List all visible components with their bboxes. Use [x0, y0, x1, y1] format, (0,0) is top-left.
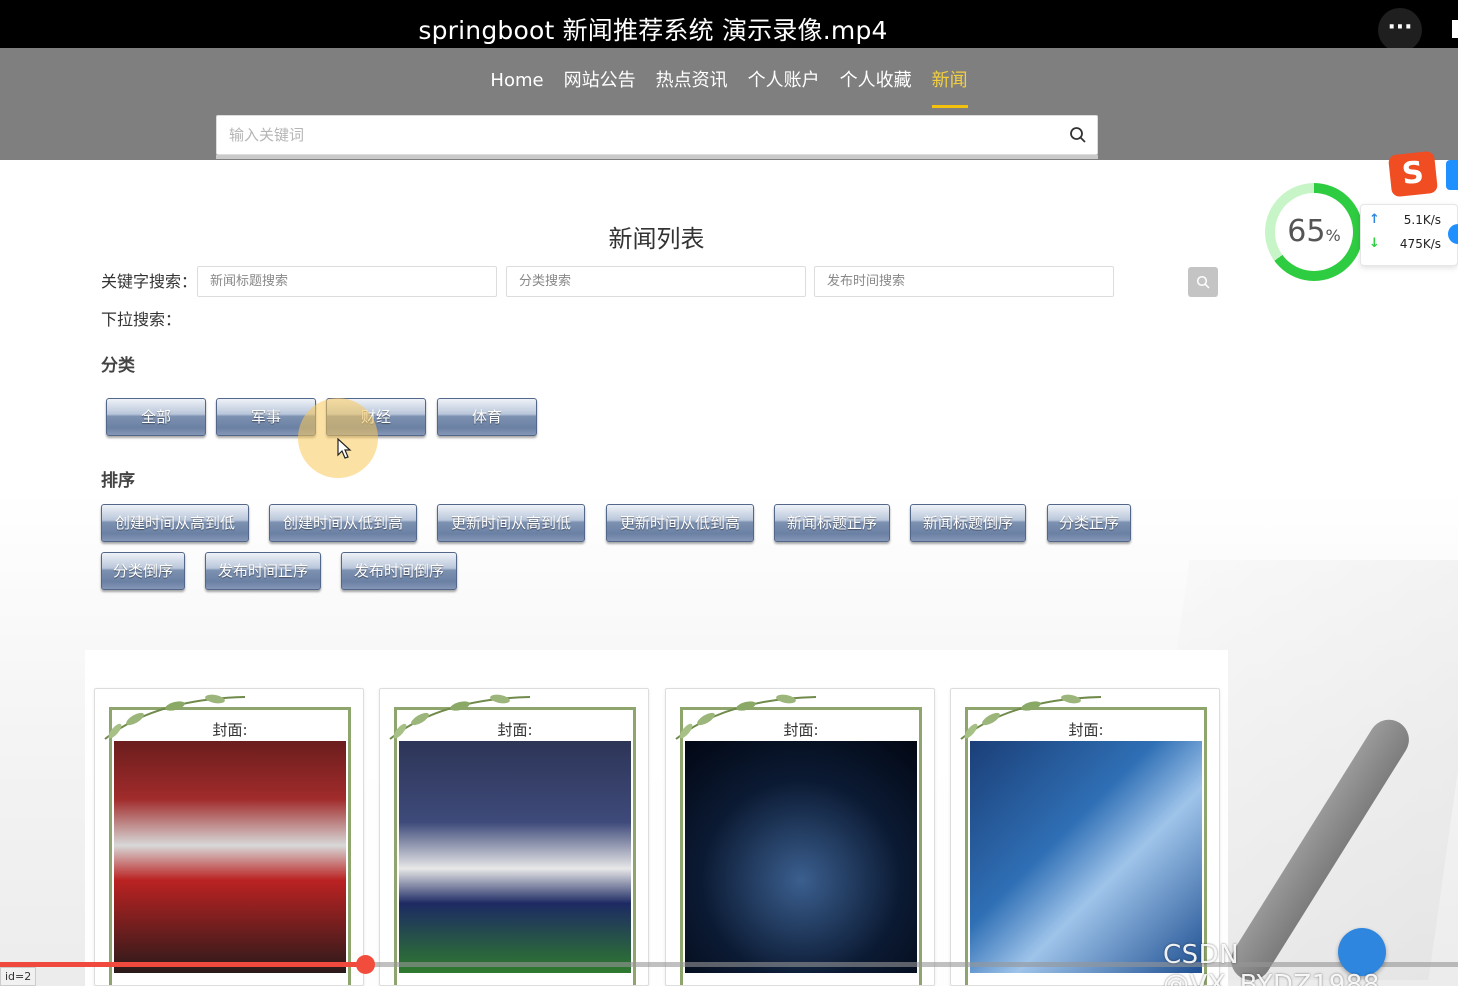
- search-icon[interactable]: [1069, 126, 1087, 144]
- news-card[interactable]: 封面:: [379, 688, 649, 986]
- watermark: CSDN @VX_BYDZ1988: [1163, 940, 1380, 986]
- upload-arrow-icon: ↑: [1369, 212, 1380, 227]
- sort-button-updated-desc[interactable]: 更新时间从高到低: [437, 504, 585, 542]
- nav-item-home[interactable]: Home: [490, 58, 543, 108]
- search-icon: [1196, 275, 1210, 289]
- publish-date-search-input[interactable]: [814, 266, 1114, 297]
- sort-section-label: 排序: [101, 471, 135, 491]
- card-cover-label: 封面:: [783, 721, 819, 739]
- upload-speed-row: ↑ 5.1K/s: [1361, 211, 1458, 231]
- status-bar-url: id=2: [0, 967, 37, 986]
- news-cover-image[interactable]: [399, 741, 631, 973]
- download-speed: 475K/s: [1399, 237, 1441, 251]
- nav-item-news[interactable]: 新闻: [931, 58, 968, 108]
- header-search-box: [216, 115, 1098, 155]
- nav-item-hot-news[interactable]: 热点资讯: [656, 58, 728, 108]
- memory-percent-unit: %: [1325, 226, 1341, 245]
- sort-button-publish-asc[interactable]: 发布时间正序: [205, 552, 321, 590]
- sort-button-title-asc[interactable]: 新闻标题正序: [774, 504, 890, 542]
- sort-button-created-asc[interactable]: 创建时间从低到高: [269, 504, 417, 542]
- category-section-label: 分类: [101, 356, 135, 376]
- page-title: 新闻列表: [608, 225, 705, 253]
- sort-button-title-desc[interactable]: 新闻标题倒序: [910, 504, 1026, 542]
- video-title-bar: springboot 新闻推荐系统 演示录像.mp4 ···: [0, 0, 1458, 52]
- download-speed-row: ↓ 475K/s: [1361, 235, 1458, 255]
- card-cover-label: 封面:: [212, 721, 248, 739]
- video-title: springboot 新闻推荐系统 演示录像.mp4: [418, 16, 888, 45]
- site-header: Home 网站公告 热点资讯 个人账户 个人收藏 新闻: [0, 48, 1458, 160]
- search-underline: [216, 155, 1098, 159]
- video-progress-handle[interactable]: [355, 955, 375, 974]
- window-edge: [1452, 20, 1458, 38]
- nav-item-announcements[interactable]: 网站公告: [564, 58, 636, 108]
- category-search-input[interactable]: [506, 266, 806, 297]
- network-speed-panel: ↑ 5.1K/s ↓ 475K/s: [1360, 204, 1458, 266]
- nav-item-favorites[interactable]: 个人收藏: [840, 58, 912, 108]
- top-nav: Home 网站公告 热点资讯 个人账户 个人收藏 新闻: [0, 58, 1458, 108]
- more-options-button[interactable]: ···: [1378, 8, 1422, 52]
- sort-button-updated-asc[interactable]: 更新时间从低到高: [606, 504, 754, 542]
- news-cover-image[interactable]: [114, 741, 346, 973]
- category-button-sports[interactable]: 体育: [437, 398, 537, 436]
- card-cover-label: 封面:: [497, 721, 533, 739]
- nav-item-account[interactable]: 个人账户: [748, 58, 820, 108]
- keyword-search-label: 关键字搜索：: [101, 272, 198, 291]
- mouse-cursor-icon: [337, 438, 352, 459]
- filter-search-button[interactable]: [1188, 267, 1218, 297]
- dropdown-search-label: 下拉搜索：: [101, 310, 182, 329]
- sogou-ime-icon[interactable]: S: [1387, 150, 1439, 198]
- card-cover-label: 封面:: [1068, 721, 1104, 739]
- ime-toolbar-edge: [1446, 160, 1458, 190]
- download-arrow-icon: ↓: [1369, 236, 1380, 251]
- upload-speed: 5.1K/s: [1403, 213, 1441, 227]
- memory-usage-ring[interactable]: 65%: [1265, 183, 1363, 281]
- news-card[interactable]: 封面:: [665, 688, 935, 986]
- video-progress-fill: [0, 962, 365, 967]
- sort-button-created-desc[interactable]: 创建时间从高到低: [101, 504, 249, 542]
- sort-button-category-desc[interactable]: 分类倒序: [101, 552, 185, 590]
- sort-button-publish-desc[interactable]: 发布时间倒序: [341, 552, 457, 590]
- memory-usage-value: 65%: [1275, 193, 1353, 271]
- news-cover-image[interactable]: [970, 741, 1202, 973]
- news-card[interactable]: 封面:: [94, 688, 364, 986]
- news-title-search-input[interactable]: [197, 266, 497, 297]
- header-search-input[interactable]: [217, 116, 1057, 154]
- category-button-all[interactable]: 全部: [106, 398, 206, 436]
- news-cover-image[interactable]: [685, 741, 917, 973]
- memory-percent: 65: [1287, 214, 1326, 249]
- sort-button-category-asc[interactable]: 分类正序: [1047, 504, 1131, 542]
